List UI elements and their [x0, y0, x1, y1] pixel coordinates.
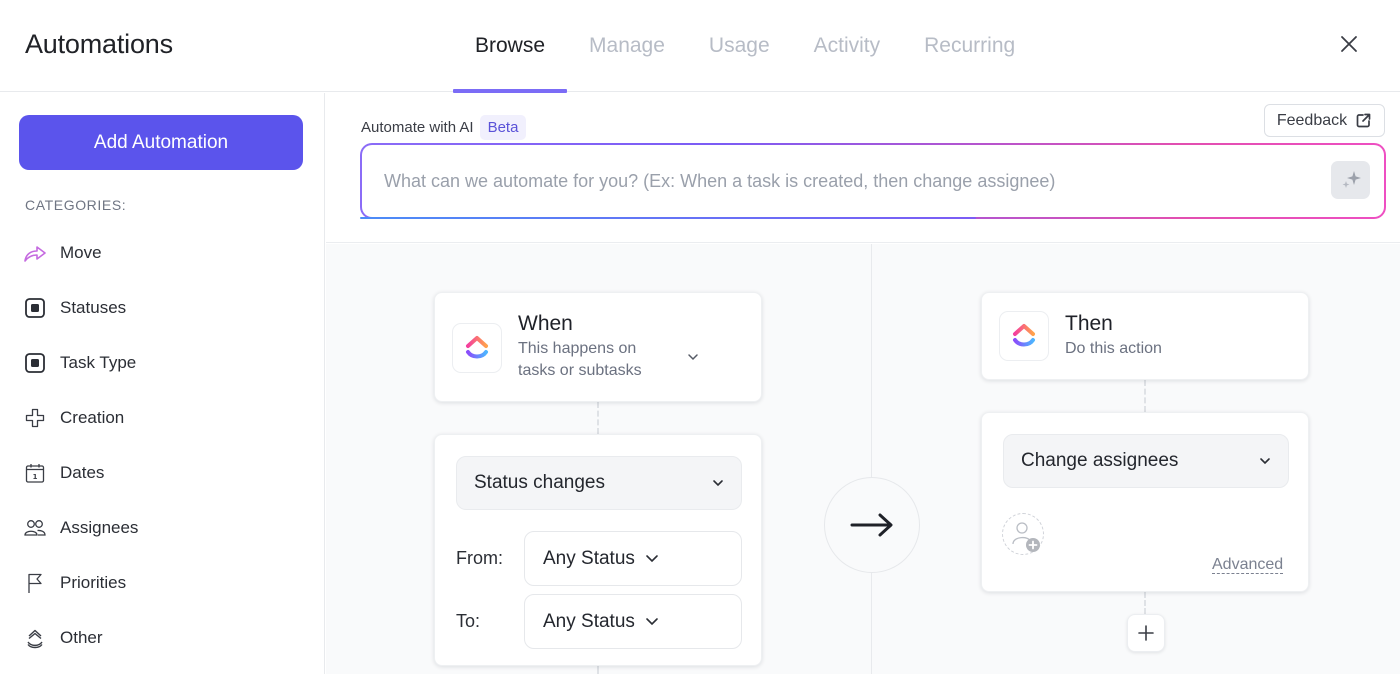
header: Automations Browse Manage Usage Activity…	[0, 0, 1400, 93]
chevron-down-icon	[646, 555, 658, 563]
sparkle-icon	[1342, 171, 1361, 188]
sidebar-item-label: Other	[60, 627, 103, 647]
category-list: Move Statuses Task Type Creation 1 Dates	[22, 225, 138, 665]
chevron-down-icon	[1260, 458, 1270, 465]
tab-manage[interactable]: Manage	[567, 0, 687, 92]
status-square-icon	[22, 295, 48, 321]
action-connector-bottom	[1144, 592, 1146, 614]
from-status-select[interactable]: Any Status	[524, 531, 742, 586]
close-button[interactable]	[1335, 30, 1363, 58]
from-label: From:	[456, 548, 503, 568]
tab-recurring[interactable]: Recurring	[902, 0, 1037, 92]
action-type-select[interactable]: Change assignees	[1003, 434, 1289, 488]
to-status-value: Any Status	[543, 610, 635, 632]
sidebar-item-dates[interactable]: 1 Dates	[22, 445, 138, 500]
advanced-link[interactable]: Advanced	[1212, 556, 1284, 574]
task-type-square-icon	[22, 350, 48, 376]
tab-browse[interactable]: Browse	[453, 0, 568, 93]
ai-automation-section: Automate with AI Beta Feedback	[326, 93, 1400, 243]
ai-input-frame	[360, 143, 1386, 219]
trigger-subtitle-line2: tasks or subtasks	[518, 362, 642, 379]
add-assignee-button[interactable]	[1002, 513, 1044, 555]
automation-builder-canvas: When This happens on tasks or subtasks S…	[326, 244, 1400, 674]
sidebar-item-label: Task Type	[60, 352, 137, 372]
plus-outline-icon	[22, 405, 48, 431]
categories-heading: CATEGORIES:	[25, 197, 127, 213]
trigger-connector-bottom	[597, 666, 599, 674]
trigger-card[interactable]: When This happens on tasks or subtasks	[434, 292, 762, 402]
clickup-outline-icon	[22, 625, 48, 651]
sidebar-item-creation[interactable]: Creation	[22, 390, 138, 445]
feedback-label: Feedback	[1276, 111, 1348, 129]
trigger-subtitle: This happens on tasks or subtasks	[518, 338, 642, 382]
sidebar: Add Automation CATEGORIES: Move Statuses…	[0, 93, 325, 674]
add-automation-button[interactable]: Add Automation	[19, 115, 303, 170]
ai-label: Automate with AI	[361, 119, 474, 136]
sidebar-item-label: Statuses	[60, 297, 127, 317]
plus-icon	[1138, 625, 1154, 641]
sidebar-item-task-type[interactable]: Task Type	[22, 335, 138, 390]
clickup-logo-icon	[999, 311, 1049, 361]
sidebar-item-label: Priorities	[60, 572, 127, 592]
to-status-select[interactable]: Any Status	[524, 594, 742, 649]
trigger-event-select[interactable]: Status changes	[456, 456, 742, 510]
trigger-subtitle-line1: This happens on	[518, 340, 637, 357]
users-icon	[22, 515, 48, 541]
to-label: To:	[456, 611, 481, 631]
sidebar-item-move[interactable]: Move	[22, 225, 138, 280]
close-icon	[1341, 36, 1357, 52]
chevron-down-icon[interactable]	[687, 353, 699, 361]
svg-text:1: 1	[33, 473, 38, 481]
tab-activity[interactable]: Activity	[792, 0, 903, 92]
move-arrow-icon	[22, 240, 48, 266]
sidebar-item-priorities[interactable]: Priorities	[22, 555, 138, 610]
sidebar-item-label: Assignees	[60, 517, 139, 537]
sidebar-item-label: Dates	[60, 462, 105, 482]
sidebar-item-label: Creation	[60, 407, 125, 427]
trigger-config-card: Status changes From: Any Status To: Any …	[434, 434, 762, 666]
beta-badge: Beta	[479, 115, 527, 140]
trigger-connector	[597, 402, 599, 434]
arrow-right-icon	[850, 513, 893, 537]
ai-generate-button[interactable]	[1331, 161, 1370, 199]
add-action-button[interactable]	[1127, 614, 1165, 652]
action-card[interactable]: Then Do this action	[981, 292, 1309, 380]
sidebar-item-assignees[interactable]: Assignees	[22, 500, 138, 555]
clickup-logo-icon	[452, 323, 502, 373]
flag-icon	[22, 570, 48, 596]
trigger-event-value: Status changes	[474, 472, 605, 493]
flow-arrow	[824, 477, 920, 573]
page-title: Automations	[25, 29, 173, 59]
sidebar-item-statuses[interactable]: Statuses	[22, 280, 138, 335]
trigger-title: When	[518, 312, 573, 335]
calendar-icon: 1	[22, 460, 48, 486]
action-title: Then	[1065, 312, 1113, 335]
action-subtitle: Do this action	[1065, 340, 1162, 357]
chevron-down-icon	[713, 480, 723, 487]
ai-label-row: Automate with AI Beta	[361, 115, 527, 140]
add-user-icon	[1011, 521, 1040, 552]
tab-bar: Browse Manage Usage Activity Recurring	[453, 0, 1037, 93]
tab-usage[interactable]: Usage	[687, 0, 792, 92]
chevron-down-icon	[646, 618, 658, 626]
sidebar-item-other[interactable]: Other	[22, 610, 138, 665]
sidebar-item-label: Move	[60, 242, 102, 262]
action-type-value: Change assignees	[1021, 450, 1179, 471]
from-status-value: Any Status	[543, 547, 635, 569]
external-link-icon	[1356, 113, 1371, 128]
action-config-card: Change assignees Advanced	[981, 412, 1309, 592]
action-connector	[1144, 380, 1146, 412]
center-divider	[871, 244, 872, 674]
feedback-button[interactable]: Feedback	[1264, 104, 1385, 137]
ai-prompt-input[interactable]	[362, 145, 1384, 217]
